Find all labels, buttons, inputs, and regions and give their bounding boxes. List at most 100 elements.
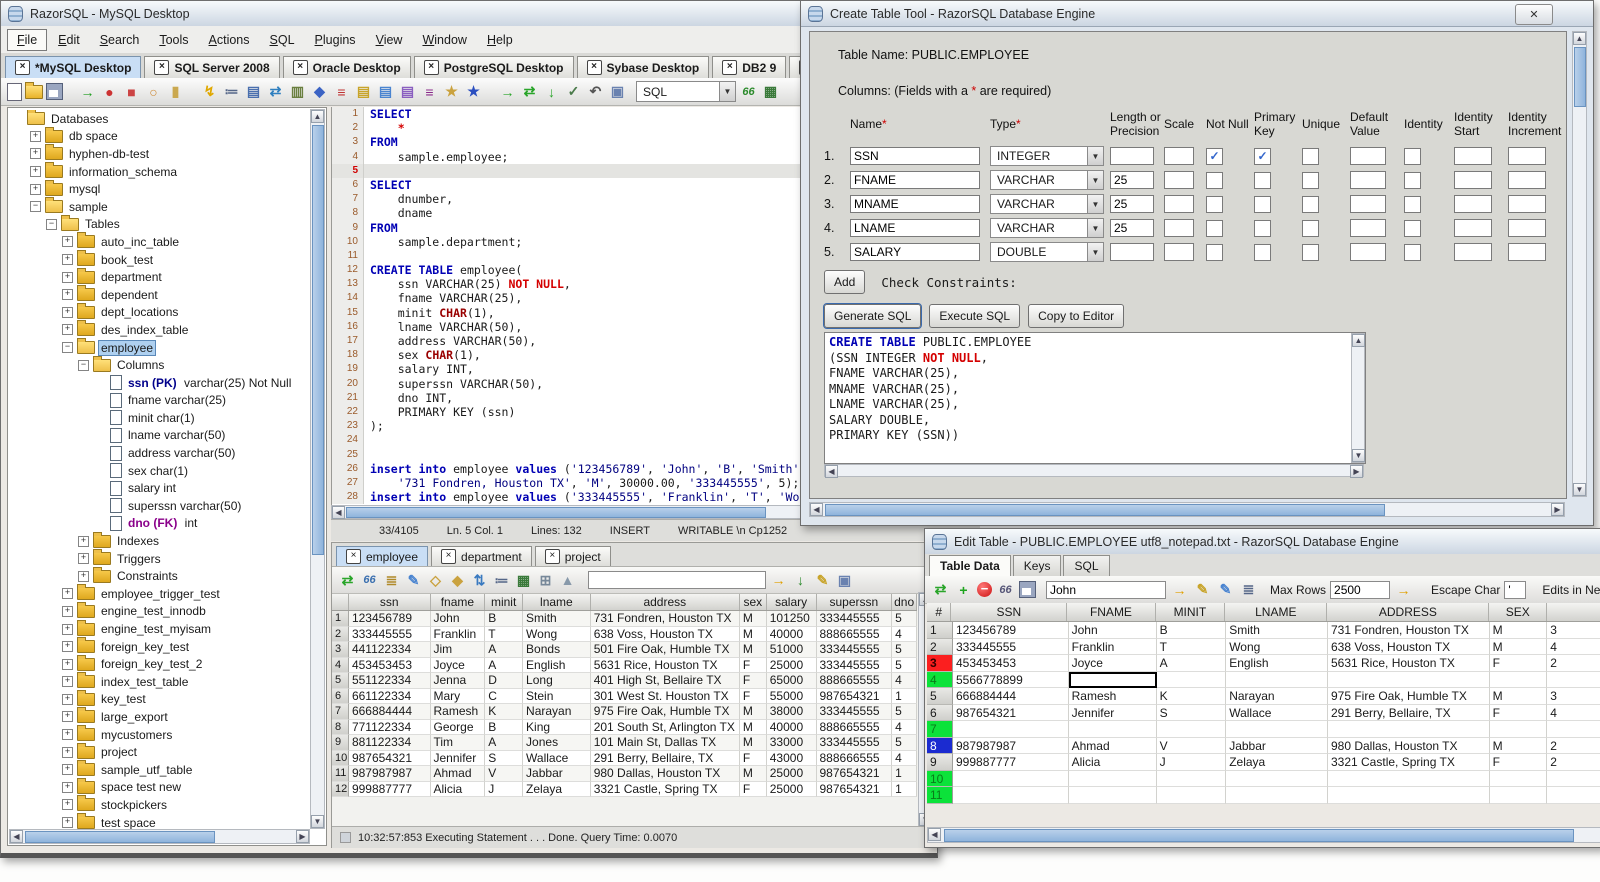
row-header[interactable]: 7: [927, 721, 953, 738]
close-button[interactable]: ✕: [1515, 4, 1553, 25]
tree-item-mycustomers[interactable]: + mycustomers: [10, 725, 309, 744]
paste-icon[interactable]: ▥: [288, 82, 307, 101]
main-title-bar[interactable]: RazorSQL - MySQL Desktop: [1, 1, 937, 27]
cell[interactable]: 25000: [766, 657, 817, 673]
edit-table-grid[interactable]: # SSN FNAME MINIT LNAME ADDRESS SEX 1 123456789 J…: [927, 603, 1600, 804]
table-row[interactable]: 10 987654321 Jennifer S Wallace 291 Berry, Be…: [332, 750, 917, 766]
cell[interactable]: Mary: [430, 688, 486, 704]
expand-icon[interactable]: +: [62, 289, 73, 301]
menu-item-search[interactable]: Search: [91, 30, 149, 50]
column-header-lname[interactable]: lname: [523, 594, 591, 610]
scroll-left-arrow[interactable]: ◀: [332, 506, 345, 519]
cell[interactable]: King: [523, 719, 591, 735]
tree-item-test-space[interactable]: + test space: [10, 813, 309, 829]
row-header[interactable]: 2: [927, 638, 953, 655]
cell[interactable]: D: [485, 673, 524, 689]
row-header[interactable]: 1: [927, 622, 953, 639]
default-value-input[interactable]: [1350, 243, 1386, 261]
expand-icon[interactable]: +: [30, 166, 41, 178]
cell[interactable]: 3321 Castle, Spring TX: [590, 781, 740, 797]
reconnect-icon[interactable]: ○: [144, 82, 163, 101]
cell[interactable]: 731 Fondren, Houston TX: [1327, 622, 1490, 639]
scroll-right-arrow[interactable]: ▶: [1350, 465, 1363, 478]
connect-icon[interactable]: →: [78, 82, 97, 101]
max-rows-input[interactable]: [1330, 580, 1391, 599]
cell[interactable]: Smith: [523, 611, 591, 627]
expand-icon[interactable]: +: [62, 324, 73, 336]
connection-tab-postgresql-desktop[interactable]: × PostgreSQL Desktop: [413, 56, 574, 78]
identity-start-input[interactable]: [1454, 171, 1492, 189]
cell[interactable]: Franklin: [1068, 638, 1157, 655]
row-header[interactable]: 6: [927, 704, 953, 721]
column-header-SEX[interactable]: SEX: [1489, 603, 1548, 621]
identity-start-input[interactable]: [1454, 243, 1492, 261]
cell[interactable]: 980 Dallas, Houston TX: [590, 766, 740, 782]
cell[interactable]: Joyce: [430, 657, 486, 673]
tree-item-engine-test-innodb[interactable]: + engine_test_innodb: [10, 601, 309, 621]
cell[interactable]: K: [485, 704, 524, 720]
refresh-db-icon[interactable]: ⇄: [266, 82, 285, 101]
results-tab-project[interactable]: × project: [534, 546, 611, 566]
length-input[interactable]: [1110, 195, 1154, 213]
expand-icon[interactable]: +: [30, 183, 41, 195]
cell[interactable]: [1327, 787, 1490, 804]
identity-start-input[interactable]: [1454, 195, 1492, 213]
tree-item-sample[interactable]: − sample: [10, 197, 309, 216]
table-row[interactable]: 7: [927, 721, 1600, 738]
column-type-dropdown[interactable]: VARCHAR ▼: [990, 218, 1104, 238]
cell[interactable]: 333445555: [953, 638, 1069, 655]
tree-item-sex-char-1-[interactable]: sex char(1): [10, 462, 309, 480]
tree-item-foreign-key-test-2[interactable]: + foreign_key_test_2: [10, 654, 309, 673]
cell[interactable]: M: [739, 611, 767, 627]
cell[interactable]: [1156, 671, 1227, 688]
cell[interactable]: 33000: [766, 735, 817, 751]
expand-icon[interactable]: +: [30, 130, 41, 142]
expand-icon[interactable]: +: [62, 236, 73, 248]
menu-item-help[interactable]: Help: [478, 30, 522, 50]
scale-input[interactable]: [1164, 219, 1194, 237]
cell[interactable]: 551122334: [348, 673, 431, 689]
menu-item-sql[interactable]: SQL: [261, 30, 304, 50]
cell[interactable]: [1327, 671, 1490, 688]
search-input[interactable]: [1046, 580, 1166, 599]
not-null-checkbox[interactable]: [1206, 171, 1223, 189]
cell[interactable]: Jones: [523, 735, 591, 751]
row-number[interactable]: 11: [332, 766, 349, 782]
cell[interactable]: 291 Berry, Bellaire, TX: [590, 750, 740, 766]
execute-sql-button[interactable]: Execute SQL: [929, 304, 1021, 328]
cell[interactable]: Ahmad: [1068, 737, 1157, 754]
favorites-star-icon[interactable]: ★: [464, 82, 483, 101]
row-number[interactable]: 1: [332, 611, 349, 627]
expand-icon[interactable]: +: [62, 623, 73, 635]
default-value-input[interactable]: [1350, 195, 1386, 213]
tree-item-large-export[interactable]: + large_export: [10, 707, 309, 726]
connection-tab-sybase-desktop[interactable]: × Sybase Desktop: [576, 56, 710, 78]
primary-key-checkbox[interactable]: [1254, 171, 1271, 189]
save-icon[interactable]: [46, 83, 63, 100]
identity-checkbox[interactable]: [1404, 219, 1421, 237]
tree-vertical-scrollbar[interactable]: ▲ ▼: [310, 109, 325, 829]
expand-icon[interactable]: +: [62, 588, 73, 600]
menu-item-tools[interactable]: Tools: [150, 30, 197, 50]
cell[interactable]: 881122334: [348, 735, 431, 751]
chevron-down-icon[interactable]: ▼: [1087, 219, 1103, 237]
menu-item-view[interactable]: View: [367, 30, 412, 50]
cell[interactable]: J: [485, 781, 524, 797]
rotate-icon[interactable]: ⇅: [470, 571, 489, 590]
tree-item-information-schema[interactable]: + information_schema: [10, 162, 309, 181]
identity-checkbox[interactable]: [1404, 147, 1421, 165]
edit-table-blue-icon[interactable]: ▤: [376, 82, 395, 101]
cell[interactable]: Tim: [430, 735, 486, 751]
tree-item-databases[interactable]: Databases: [10, 110, 309, 128]
chevron-down-icon[interactable]: ▼: [1087, 171, 1103, 189]
tree-item-lname-varchar-50-[interactable]: lname varchar(50): [10, 427, 309, 445]
execute-sql-icon[interactable]: →: [498, 82, 517, 101]
tree-item-employee-trigger-test[interactable]: + employee_trigger_test: [10, 584, 309, 603]
cell[interactable]: F: [739, 657, 767, 673]
cell[interactable]: [1547, 787, 1600, 804]
column-header-ssn[interactable]: ssn: [349, 594, 431, 610]
default-value-input[interactable]: [1350, 219, 1386, 237]
connection-tab-sql-server-2008[interactable]: × SQL Server 2008: [144, 56, 280, 78]
expand-icon[interactable]: +: [62, 306, 73, 318]
edit-table-horizontal-scrollbar[interactable]: ◀: [927, 827, 1600, 843]
